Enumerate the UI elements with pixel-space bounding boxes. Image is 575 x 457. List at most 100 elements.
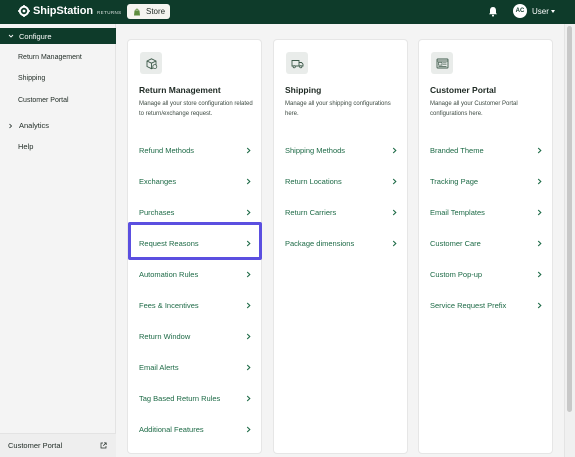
store-button[interactable]: Store [127,4,170,19]
store-button-label: Store [146,7,166,16]
chevron-right-icon [246,426,251,432]
link-label: Request Reasons [139,238,199,248]
card-shipping: Shipping Manage all your shipping config… [273,39,408,454]
user-name[interactable]: User [532,7,549,16]
link-shipping-methods[interactable]: Shipping Methods [285,143,397,157]
link-label: Tag Based Return Rules [139,393,221,403]
shipstation-logo-icon [18,5,30,17]
chevron-right-icon [246,364,251,370]
card-icon-box [140,52,162,74]
link-label: Shipping Methods [285,145,346,155]
link-request-reasons[interactable]: Request Reasons [139,236,251,250]
chevron-right-icon [246,271,251,277]
sidebar-item-help[interactable]: Help [18,142,33,151]
chevron-right-icon [246,302,251,308]
main-content: Return Management Manage all your store … [116,24,564,457]
sidebar-item-label: Analytics [19,121,50,130]
link-refund-methods[interactable]: Refund Methods [139,143,251,157]
chevron-right-icon [392,178,397,184]
shopify-bag-icon [134,8,140,15]
card-icon-portal [431,52,453,74]
link-branded-theme[interactable]: Branded Theme [430,143,542,157]
link-label: Custom Pop-up [430,269,483,279]
portal-icon [436,58,448,68]
link-label: Service Request Prefix [430,300,507,310]
sidebar-footer-label: Customer Portal [8,441,63,450]
link-label: Return Locations [285,176,342,186]
link-custom-pop-up[interactable]: Custom Pop-up [430,267,542,281]
chevron-right-icon [246,240,251,246]
link-purchases[interactable]: Purchases [139,205,251,219]
sidebar-item-customer-portal[interactable]: Customer Portal [18,97,69,104]
chevron-right-icon [392,240,397,246]
chevron-right-icon [537,178,542,184]
link-label: Refund Methods [139,145,195,155]
link-return-carriers[interactable]: Return Carriers [285,205,397,219]
card-icon-truck [286,52,308,74]
link-label: Tracking Page [430,176,479,186]
sidebar-item-shipping[interactable]: Shipping [18,75,45,82]
brand-name: ShipStation [33,5,94,17]
link-email-templates[interactable]: Email Templates [430,205,542,219]
card-title: Shipping [285,85,322,95]
user-avatar[interactable]: AC [513,4,527,18]
link-return-window[interactable]: Return Window [139,329,251,343]
link-fees-incentives[interactable]: Fees & Incentives [139,298,251,312]
link-service-request-prefix[interactable]: Service Request Prefix [430,298,542,312]
card-description: Manage all your Customer Portal configur… [430,101,518,117]
link-additional-features[interactable]: Additional Features [139,422,251,436]
chevron-down-icon [8,34,14,38]
chevron-right-icon [246,209,251,215]
chevron-right-icon [537,271,542,277]
sidebar-item-return-management[interactable]: Return Management [18,54,82,61]
link-label: Email Templates [430,207,485,217]
brand-logo[interactable]: ShipStation RETURNS [18,5,122,17]
truck-icon [291,59,303,68]
sidebar-item-label: Configure [19,31,52,41]
card-title: Customer Portal [430,85,497,95]
link-package-dimensions[interactable]: Package dimensions [285,236,397,250]
link-customer-care[interactable]: Customer Care [430,236,542,250]
user-menu-caret-icon[interactable] [551,10,555,13]
link-automation-rules[interactable]: Automation Rules [139,267,251,281]
chevron-right-icon [537,240,542,246]
sidebar-item-label: Help [18,142,34,151]
scrollbar-thumb[interactable] [567,26,572,412]
link-label: Email Alerts [139,362,179,372]
chevron-right-icon [537,302,542,308]
box-return-icon [146,57,157,69]
sidebar-item-analytics[interactable]: Analytics [8,121,49,130]
link-tag-based-return-rules[interactable]: Tag Based Return Rules [139,391,251,405]
sidebar-footer-customer-portal-link[interactable]: Customer Portal [0,433,116,457]
link-return-locations[interactable]: Return Locations [285,174,397,188]
link-label: Additional Features [139,424,204,434]
chevron-right-icon [246,178,251,184]
link-label: Fees & Incentives [139,300,199,310]
link-tracking-page[interactable]: Tracking Page [430,174,542,188]
chevron-right-icon [246,147,251,153]
card-customer-portal: Customer Portal Manage all your Customer… [418,39,553,454]
link-label: Return Window [139,331,191,341]
link-label: Package dimensions [285,238,355,248]
external-link-icon [100,442,107,449]
sidebar-item-configure[interactable]: Configure [0,28,116,44]
sidebar: Configure Return Management Shipping Cus… [0,24,116,457]
notification-bell-icon[interactable] [488,6,498,17]
chevron-right-icon [537,147,542,153]
link-label: Return Carriers [285,207,337,217]
card-title: Return Management [139,85,221,95]
card-return-management: Return Management Manage all your store … [127,39,262,454]
link-label: Branded Theme [430,145,484,155]
link-label: Purchases [139,207,175,217]
chevron-right-icon [537,209,542,215]
card-description: Manage all your shipping configurations … [285,101,391,117]
link-label: Customer Care [430,238,481,248]
link-email-alerts[interactable]: Email Alerts [139,360,251,374]
card-description: Manage all your store configuration rela… [139,101,253,117]
chevron-right-icon [246,333,251,339]
brand-subtitle: RETURNS [97,10,122,15]
top-bar: ShipStation RETURNS Store AC User [0,0,575,24]
chevron-right-icon [392,147,397,153]
link-exchanges[interactable]: Exchanges [139,174,251,188]
link-label: Exchanges [139,176,177,186]
